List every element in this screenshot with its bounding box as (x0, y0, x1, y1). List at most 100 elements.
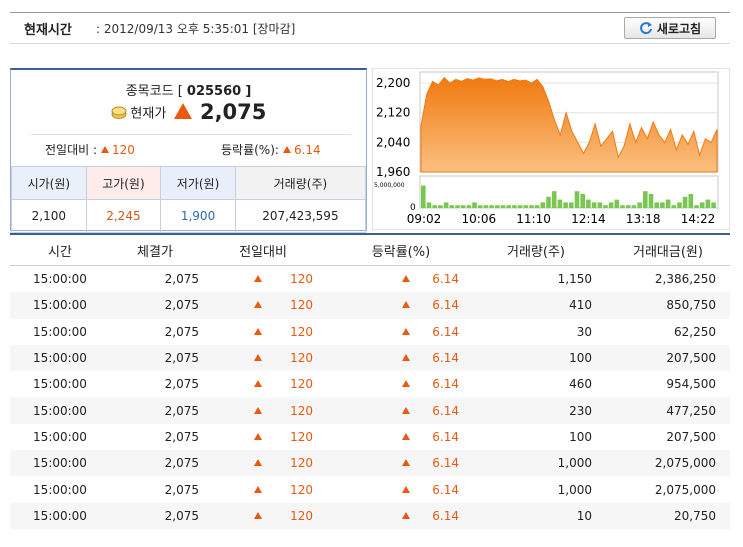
stock-code-line: 종목코드 [ 025560 ] (11, 80, 366, 99)
high-header: 고가(원) (85, 166, 162, 200)
table-row: 15:00:00 2,075 120 6.14 410 850,750 (10, 292, 730, 319)
code-suffix: ] (245, 84, 252, 99)
table-row: 15:00:00 2,075 120 6.14 100 207,500 (10, 344, 730, 372)
up-arrow-icon (254, 354, 262, 362)
arrow-cell (203, 344, 265, 372)
row-price: 2,075 (110, 318, 203, 345)
row-time: 15:00:00 (10, 371, 110, 398)
low-value: 1,900 (160, 199, 236, 233)
volume-bar (438, 205, 443, 208)
arrow-cell (203, 318, 265, 345)
volume-bar (574, 191, 580, 208)
ohlc-header-row: 시가(원) 고가(원) 저가(원) 거래량(주) (11, 166, 367, 200)
row-change: 120 (265, 450, 323, 477)
current-price-line: 현재가 2,075 (11, 100, 366, 124)
row-change: 120 (265, 344, 323, 372)
time-separator: : (96, 22, 101, 36)
arrow-cell (323, 371, 413, 398)
table-row: 15:00:00 2,075 120 6.14 10 20,750 (10, 502, 730, 529)
volume-bar (557, 199, 563, 208)
row-amount: 954,500 (606, 371, 730, 398)
arrow-cell (323, 450, 413, 477)
volume-bar (705, 199, 711, 208)
volume-bar (523, 205, 529, 208)
change-value: 120 (112, 143, 135, 157)
rate-label: 등락률(%): (221, 143, 279, 157)
row-time: 15:00:00 (10, 292, 110, 319)
row-amount: 2,386,250 (606, 265, 730, 293)
row-rate: 6.14 (413, 476, 479, 503)
up-arrow-icon (254, 301, 262, 309)
row-rate: 6.14 (413, 292, 479, 319)
open-header: 시가(원) (11, 166, 87, 200)
arrow-cell (203, 450, 265, 477)
up-arrow-icon (101, 146, 110, 153)
trades-header-row: 시간 체결가 전일대비 등락률(%) 거래량(주) 거래대금(원) (10, 233, 730, 266)
volume-bar (682, 196, 688, 208)
x-tick-label: 14:22 (681, 212, 716, 226)
row-amount: 2,075,000 (606, 450, 730, 477)
row-amount: 477,250 (606, 397, 730, 424)
up-arrow-icon (282, 146, 291, 153)
current-time-value: : 2012/09/13 오후 5:35:01 [장마감] (96, 20, 295, 37)
row-price: 2,075 (110, 397, 203, 424)
volume-bar (694, 205, 699, 208)
up-arrow-icon (402, 380, 410, 388)
volume-bar (631, 205, 637, 208)
volume-bar (534, 205, 540, 208)
row-time: 15:00:00 (10, 502, 110, 529)
chart-svg: 2,200 2,120 2,040 1,960 09:02 10:06 11:10 12:1… (372, 68, 730, 230)
datetime-text: 2012/09/13 오후 5:35:01 [장마감] (103, 22, 296, 36)
col-volume: 거래량(주) (479, 233, 606, 266)
arrow-cell (203, 292, 265, 319)
volume-bar (591, 202, 597, 208)
arrow-cell (203, 265, 265, 293)
up-arrow-icon (254, 327, 262, 335)
refresh-button[interactable]: 새로고침 (624, 17, 716, 39)
volume-bar (688, 194, 694, 208)
volume-bar (517, 205, 523, 208)
row-volume: 30 (479, 318, 606, 345)
row-price: 2,075 (110, 502, 203, 529)
row-change: 120 (265, 476, 323, 503)
row-time: 15:00:00 (10, 397, 110, 424)
row-volume: 410 (479, 292, 606, 319)
volume-zero-label: 0 (410, 203, 416, 213)
col-change: 전일대비 (203, 233, 323, 266)
row-amount: 850,750 (606, 292, 730, 319)
up-arrow-icon (254, 432, 262, 440)
up-arrow-icon (402, 301, 410, 309)
volume-bar (460, 205, 466, 208)
y-tick-label: 1,960 (376, 165, 410, 179)
volume-bar (495, 205, 500, 208)
row-volume: 1,000 (479, 450, 606, 477)
y-tick-label: 2,200 (376, 76, 410, 90)
arrow-cell (323, 292, 413, 319)
row-rate: 6.14 (413, 371, 479, 398)
row-amount: 62,250 (606, 318, 730, 345)
row-time: 15:00:00 (10, 450, 110, 477)
volume-bar (443, 202, 449, 208)
refresh-label: 새로고침 (656, 21, 702, 36)
volume-bar (426, 202, 432, 208)
arrow-cell (203, 423, 265, 451)
row-amount: 20,750 (606, 502, 730, 529)
up-arrow-icon (254, 511, 262, 519)
row-change: 120 (265, 423, 323, 451)
arrow-cell (323, 265, 413, 293)
volume-bar (648, 194, 654, 208)
x-tick-label: 10:06 (462, 212, 497, 226)
row-rate: 6.14 (413, 318, 479, 345)
row-time: 15:00:00 (10, 344, 110, 372)
volume-bar (603, 205, 608, 208)
arrow-cell (323, 397, 413, 424)
high-value: 2,245 (85, 199, 162, 233)
volume-bar (660, 202, 665, 208)
volume-bar (477, 205, 483, 208)
col-amount: 거래대금(원) (606, 233, 730, 266)
volume-bar (449, 205, 455, 208)
up-arrow-icon (402, 327, 410, 335)
row-volume: 10 (479, 502, 606, 529)
up-arrow-icon (402, 354, 410, 362)
current-time-label: 현재시간 (24, 23, 72, 38)
